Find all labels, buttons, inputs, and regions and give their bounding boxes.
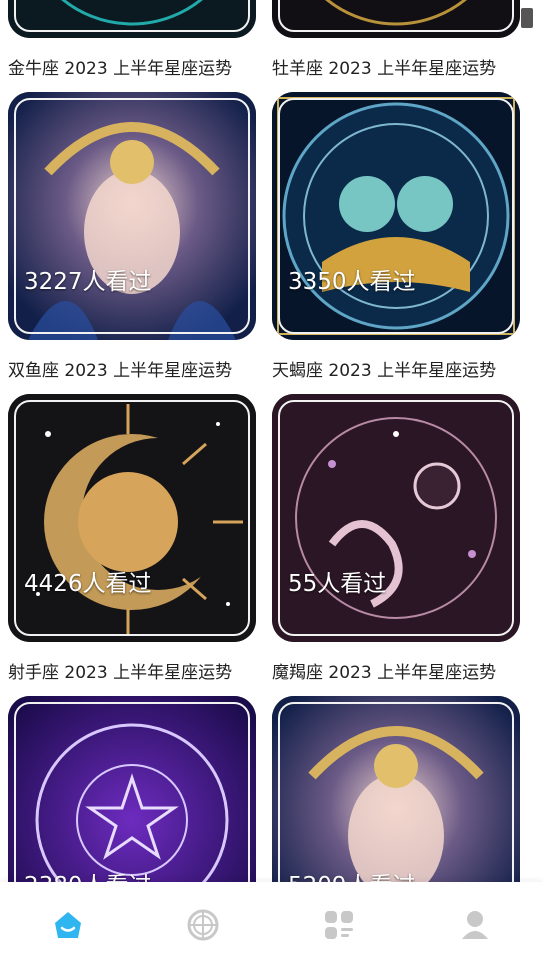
view-count: 4426人看过 — [24, 571, 152, 597]
tab-profile[interactable] — [458, 908, 492, 942]
horoscope-card-aries[interactable] — [272, 0, 520, 38]
card-caption[interactable]: 射手座 2023 上半年星座运势 — [8, 658, 232, 683]
card-frame — [278, 0, 514, 32]
view-count: 3227人看过 — [24, 269, 152, 295]
card-caption[interactable]: 牡羊座 2023 上半年星座运势 — [272, 54, 496, 79]
apps-icon — [325, 911, 353, 939]
horoscope-card-sagittarius[interactable]: 4426人看过 — [8, 394, 256, 642]
battery-icon — [521, 8, 533, 28]
home-icon — [55, 912, 81, 938]
card-frame — [14, 98, 250, 334]
card-frame — [278, 400, 514, 636]
content-grid: 金牛座 2023 上半年星座运势 牡羊座 2023 上半年星座运势 3227人看… — [0, 0, 543, 967]
card-frame — [278, 98, 514, 334]
tab-home[interactable] — [51, 908, 85, 942]
card-caption[interactable]: 双鱼座 2023 上半年星座运势 — [8, 356, 232, 381]
tab-explore[interactable] — [186, 908, 220, 942]
view-count: 55人看过 — [288, 571, 387, 597]
card-caption[interactable]: 天蝎座 2023 上半年星座运势 — [272, 356, 496, 381]
card-caption[interactable]: 魔羯座 2023 上半年星座运势 — [272, 658, 496, 683]
card-frame — [14, 0, 250, 32]
profile-icon — [462, 911, 488, 939]
card-frame — [14, 400, 250, 636]
globe-icon — [187, 909, 219, 941]
tab-apps[interactable] — [322, 908, 356, 942]
horoscope-card-taurus[interactable] — [8, 0, 256, 38]
view-count: 3350人看过 — [288, 269, 416, 295]
card-caption[interactable]: 金牛座 2023 上半年星座运势 — [8, 54, 232, 79]
bottom-tab-bar — [0, 882, 543, 967]
horoscope-card-scorpio[interactable]: 3350人看过 — [272, 92, 520, 340]
horoscope-card-capricorn[interactable]: 55人看过 — [272, 394, 520, 642]
horoscope-card-pisces[interactable]: 3227人看过 — [8, 92, 256, 340]
